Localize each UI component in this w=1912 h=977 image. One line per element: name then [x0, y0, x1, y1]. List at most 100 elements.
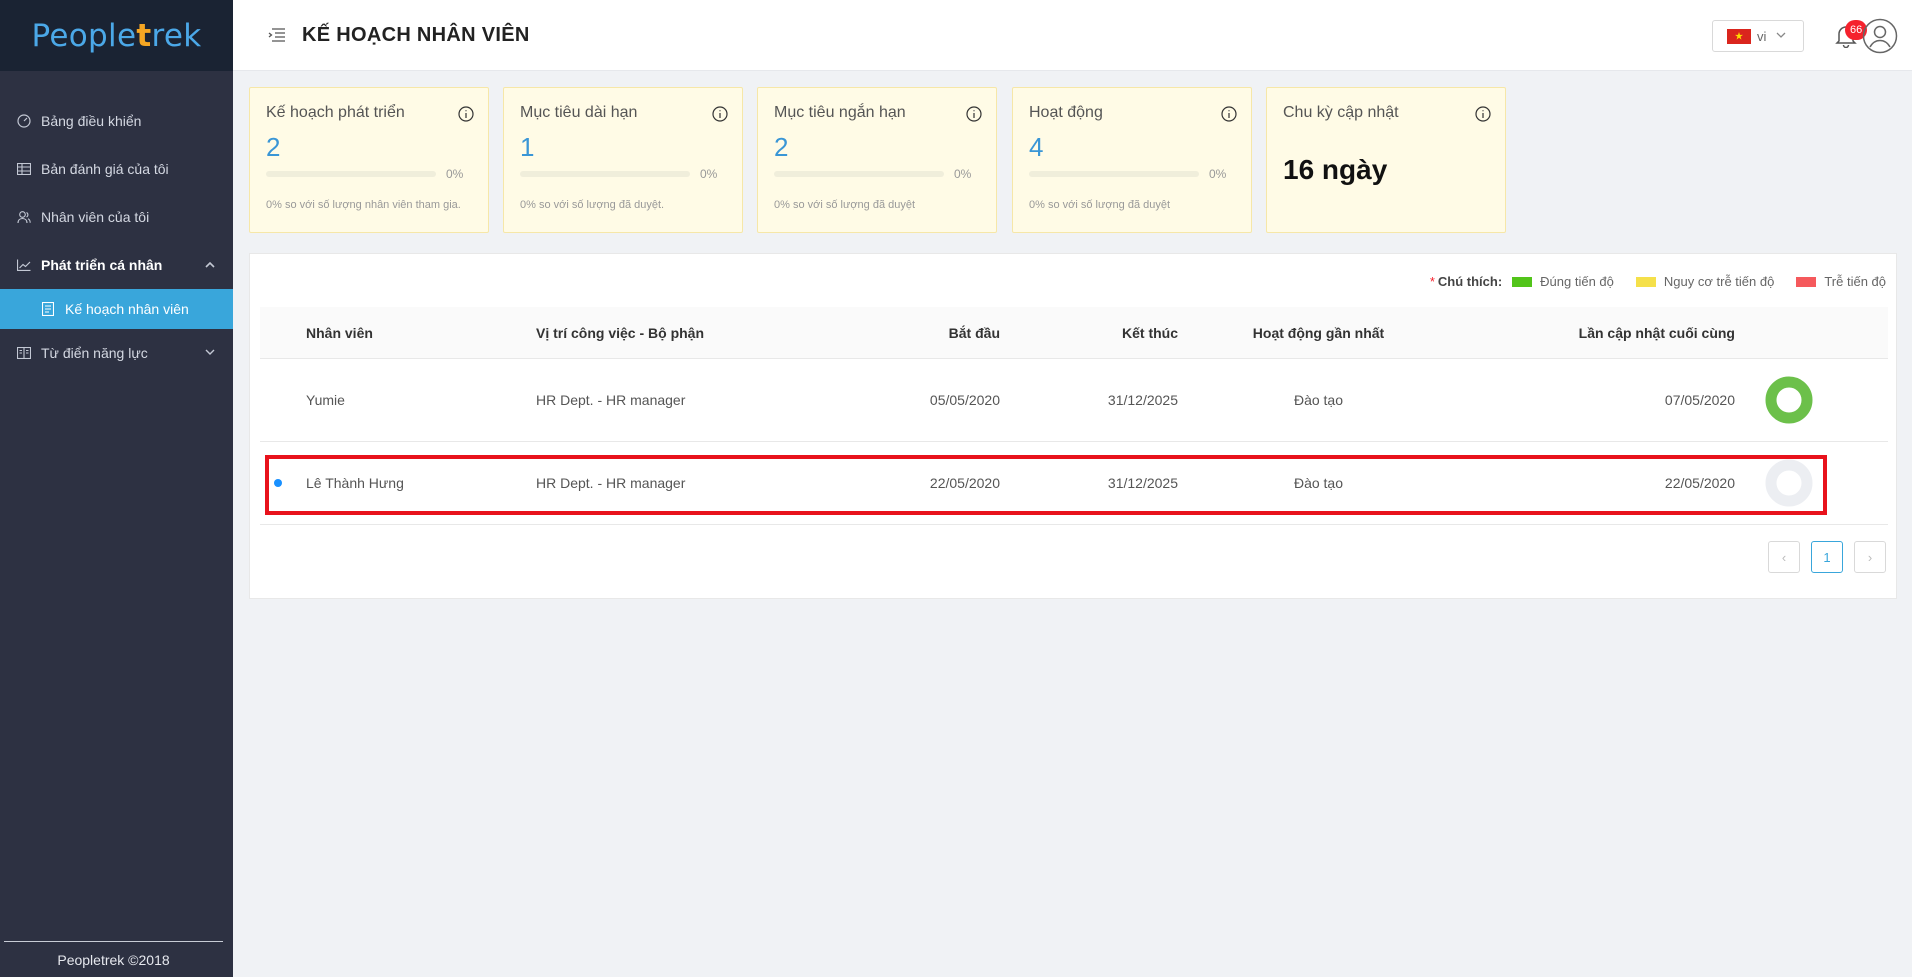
sidebar-item-label: Bản đánh giá của tôi: [41, 161, 169, 177]
book-icon: [16, 345, 32, 361]
vietnam-flag-icon: [1727, 28, 1751, 44]
card-title: Chu kỳ cập nhật: [1283, 104, 1399, 121]
column-header-employee[interactable]: Nhân viên: [306, 307, 373, 358]
sidebar-item-label: Kế hoạch nhân viên: [65, 301, 189, 317]
card-value: 4: [1029, 132, 1044, 162]
sidebar-footer: Peopletrek ©2018: [4, 941, 223, 977]
table-icon: [16, 161, 32, 177]
card-note: 0% so với số lượng đã duyệt: [1029, 199, 1171, 211]
legend-label: Chú thích:: [1437, 274, 1503, 289]
progress-bar: [774, 171, 944, 177]
sidebar-menu: Bảng điều khiển Bản đánh giá của tôi Nhâ…: [0, 97, 233, 377]
legend-swatch-at-risk: [1635, 276, 1656, 287]
logo-text-prefix: People: [31, 17, 137, 54]
logo-text-t: t: [136, 17, 152, 54]
document-icon: [40, 301, 56, 317]
sidebar-item-competency-dictionary[interactable]: Từ điển năng lực: [0, 329, 233, 377]
sidebar-item-label: Nhân viên của tôi: [41, 209, 150, 225]
progress-percent: 0%: [1209, 167, 1227, 181]
progress-percent: 0%: [446, 167, 464, 181]
card-value: 1: [520, 132, 535, 162]
sidebar-item-label: Từ điển năng lực: [41, 345, 148, 361]
progress-row: 0%: [520, 167, 726, 181]
card-value: 2: [266, 132, 281, 162]
sidebar-item-label: Bảng điều khiển: [41, 113, 142, 129]
pagination-next-button[interactable]: ›: [1854, 541, 1886, 573]
chevron-up-icon: [205, 260, 215, 271]
pagination-prev-button[interactable]: ‹: [1768, 541, 1800, 573]
logo-bar: Peopletrek: [0, 0, 233, 71]
card-note: 0% so với số lượng đã duyệt.: [520, 199, 665, 211]
info-icon[interactable]: [458, 106, 474, 122]
user-avatar-icon[interactable]: [1862, 18, 1898, 54]
progress-percent: 0%: [954, 167, 972, 181]
pagination: ‹ 1 ›: [1768, 541, 1886, 573]
card-title: Kế hoạch phát triển: [266, 104, 405, 121]
stat-card-short-term-goals: Mục tiêu ngắn hạn 2 0% 0% so với số lượn…: [757, 87, 997, 233]
progress-row: 0%: [1029, 167, 1235, 181]
logo-text-suffix: rek: [151, 17, 202, 54]
progress-bar: [520, 171, 690, 177]
sidebar-item-my-reviews[interactable]: Bản đánh giá của tôi: [0, 145, 233, 193]
sidebar: Peopletrek Bảng điều khiển Bản đánh giá …: [0, 0, 233, 977]
top-header: KẾ HOẠCH NHÂN VIÊN vi 66: [233, 0, 1912, 71]
progress-percent: 0%: [700, 167, 718, 181]
card-note: 0% so với số lượng đã duyệt: [774, 199, 916, 211]
card-title: Mục tiêu dài hạn: [520, 104, 638, 121]
column-header-last-update[interactable]: Lần cập nhật cuối cùng: [1579, 307, 1735, 358]
sidebar-item-employee-plan[interactable]: Kế hoạch nhân viên: [0, 289, 233, 329]
employee-name[interactable]: Yumie: [306, 359, 345, 441]
legend-item-late: Trễ tiến độ: [1824, 274, 1886, 289]
card-title: Mục tiêu ngắn hạn: [774, 104, 906, 121]
sidebar-item-personal-development[interactable]: Phát triển cá nhân: [0, 241, 233, 289]
progress-bar: [1029, 171, 1199, 177]
dashboard-icon: [16, 113, 32, 129]
table-row[interactable]: Yumie HR Dept. - HR manager 05/05/2020 3…: [260, 359, 1888, 442]
sidebar-item-dashboard[interactable]: Bảng điều khiển: [0, 97, 233, 145]
language-select[interactable]: vi: [1712, 20, 1804, 52]
progress-row: 0%: [266, 167, 472, 181]
end-date: 31/12/2025: [1107, 392, 1178, 408]
progress-row: 0%: [774, 167, 980, 181]
status-donut-ring: [1765, 376, 1813, 424]
stat-card-activities: Hoạt động 4 0% 0% so với số lượng đã duy…: [1012, 87, 1252, 233]
card-note: 0% so với số lượng nhân viên tham gia.: [266, 199, 461, 211]
column-header-end[interactable]: Kết thúc: [1122, 307, 1178, 358]
chevron-down-icon: [205, 348, 215, 359]
legend-swatch-on-track: [1512, 276, 1533, 287]
highlight-box: [265, 455, 1827, 515]
status-donut: [1765, 359, 1813, 441]
stat-card-update-cycle: Chu kỳ cập nhật 16 ngày: [1266, 87, 1506, 233]
card-title: Hoạt động: [1029, 104, 1103, 121]
info-icon[interactable]: [1475, 106, 1491, 122]
recent-activity: Đào tạo: [1293, 392, 1344, 408]
chart-line-icon: [16, 257, 32, 273]
info-icon[interactable]: [712, 106, 728, 122]
legend-item-on-track: Đúng tiến độ: [1540, 274, 1614, 289]
sidebar-item-my-employees[interactable]: Nhân viên của tôi: [0, 193, 233, 241]
legend-item-at-risk: Nguy cơ trễ tiến độ: [1663, 274, 1775, 289]
last-update-date: 07/05/2020: [1664, 392, 1735, 408]
progress-bar: [266, 171, 436, 177]
sidebar-item-label: Phát triển cá nhân: [41, 257, 163, 273]
employee-plan-table-panel: * Chú thích: Đúng tiến độ Nguy cơ trễ ti…: [249, 253, 1897, 599]
logo[interactable]: Peopletrek: [32, 18, 202, 54]
table-header: Nhân viên Vị trí công việc - Bộ phận Bắt…: [260, 307, 1888, 359]
column-header-position[interactable]: Vị trí công việc - Bộ phận: [536, 307, 704, 358]
column-header-start[interactable]: Bắt đầu: [949, 307, 1000, 358]
column-header-recent-activity[interactable]: Hoạt động gần nhất: [1253, 307, 1384, 358]
stat-card-long-term-goals: Mục tiêu dài hạn 1 0% 0% so với số lượng…: [503, 87, 743, 233]
language-value: vi: [1757, 28, 1767, 44]
required-mark: *: [1429, 274, 1435, 289]
status-legend: * Chú thích: Đúng tiến độ Nguy cơ trễ ti…: [1430, 274, 1886, 289]
page-title: KẾ HOẠCH NHÂN VIÊN: [302, 23, 530, 46]
pagination-page-1[interactable]: 1: [1811, 541, 1843, 573]
card-big-value: 16 ngày: [1283, 154, 1388, 185]
legend-swatch-late: [1796, 276, 1817, 287]
chevron-down-icon: [1776, 31, 1786, 42]
menu-fold-icon[interactable]: [268, 28, 286, 42]
info-icon[interactable]: [1221, 106, 1237, 122]
info-icon[interactable]: [966, 106, 982, 122]
employee-position: HR Dept. - HR manager: [536, 392, 686, 408]
card-value: 2: [774, 132, 789, 162]
